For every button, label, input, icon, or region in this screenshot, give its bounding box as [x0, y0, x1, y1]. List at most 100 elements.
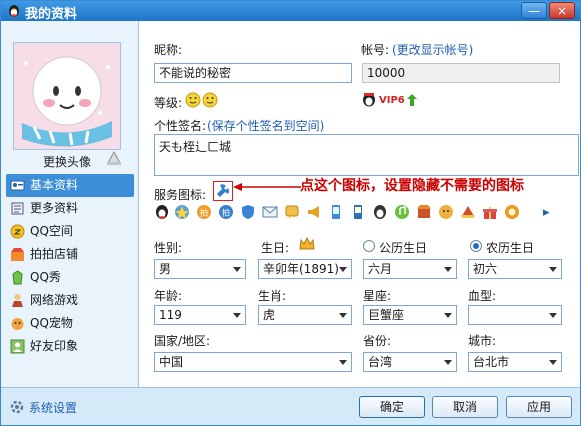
country-select[interactable]: 中国 [154, 352, 352, 372]
signature-label: 个性签名: [154, 119, 207, 133]
mail-service-icon[interactable] [262, 204, 278, 220]
sidebar-item-qq-show[interactable]: QQ秀 [6, 266, 134, 289]
change-account-link[interactable]: (更改显示帐号) [392, 41, 473, 58]
game-icon [12, 294, 23, 307]
zodiac-label: 生肖: [258, 289, 287, 303]
chevron-down-icon [549, 313, 557, 318]
blood-type-label: 血型: [468, 289, 497, 303]
ok-button[interactable]: 确定 [359, 396, 425, 418]
nickname-label: 昵称: [154, 43, 183, 57]
title-bar[interactable]: 我的资料 — × [1, 1, 580, 22]
shop-service-icon[interactable] [416, 204, 432, 220]
birth-year-select[interactable]: 辛卯年(1891) [258, 259, 352, 279]
country-label: 国家/地区: [154, 334, 211, 348]
ring-service-icon[interactable] [504, 204, 520, 220]
avatar-image [14, 43, 120, 149]
account-label: 帐号: [361, 43, 390, 57]
birth-month-select[interactable]: 六月 [363, 259, 457, 279]
sidebar-item-paipai[interactable]: 拍拍店铺 [6, 243, 134, 266]
avatar[interactable] [13, 42, 121, 150]
age-select[interactable]: 119 [154, 305, 246, 325]
message-service-icon[interactable] [284, 204, 300, 220]
chevron-down-icon [339, 360, 347, 365]
country-value: 中国 [159, 355, 184, 369]
sidebar: 更换头像 基本资料 更多资料 QQ空间 拍拍店铺 QQ秀 网络游戏 QQ宠物 好… [1, 21, 138, 387]
horn-service-icon[interactable] [306, 204, 322, 220]
shield-service-icon[interactable] [240, 204, 256, 220]
gender-select[interactable]: 男 [154, 259, 246, 279]
qzone-icon [10, 224, 25, 239]
solar-birthday-label: 公历生日 [379, 241, 428, 255]
lunar-birthday-radio[interactable] [470, 240, 482, 252]
star-service-icon[interactable] [174, 204, 190, 220]
crown-icon [299, 237, 315, 250]
save-signature-link[interactable]: (保存个性签名到空间) [207, 117, 324, 134]
qq-friend-service-icon[interactable] [372, 204, 388, 220]
sidebar-item-friend-impression[interactable]: 好友印象 [6, 335, 134, 358]
signature-field[interactable]: 天も桎辶ㄈ城 [154, 134, 579, 176]
paipai-service-icon[interactable]: 拍 [196, 204, 212, 220]
service-icon-settings-button[interactable] [213, 181, 233, 201]
province-select[interactable]: 台湾 [363, 352, 457, 372]
sidebar-item-qq-pet[interactable]: QQ宠物 [6, 312, 134, 335]
pet-service-icon[interactable] [438, 204, 454, 220]
sidebar-item-more-info[interactable]: 更多资料 [6, 197, 134, 220]
qq-penguin-service-icon[interactable] [154, 204, 170, 220]
age-value: 119 [159, 308, 182, 322]
window-title: 我的资料 [25, 7, 78, 22]
qq-penguin-icon [9, 5, 19, 17]
chevron-down-icon [339, 267, 347, 272]
chevron-down-icon [444, 360, 452, 365]
gear-icon[interactable] [9, 399, 25, 415]
cancel-button[interactable]: 取消 [432, 396, 498, 418]
blood-type-select[interactable] [468, 305, 562, 325]
minimize-button[interactable]: — [521, 2, 547, 19]
chevron-down-icon [233, 313, 241, 318]
constellation-value: 巨蟹座 [368, 308, 405, 322]
sidebar-item-label: 好友印象 [30, 339, 79, 353]
service-icons-label: 服务图标: [154, 188, 207, 202]
city-label: 城市: [468, 334, 497, 348]
zodiac-value: 虎 [263, 308, 276, 322]
birth-day-value: 初六 [473, 262, 498, 276]
lunar-birthday-label: 农历生日 [486, 241, 535, 255]
sidebar-item-qzone[interactable]: QQ空间 [6, 220, 134, 243]
sidebar-item-basic-info[interactable]: 基本资料 [6, 174, 134, 197]
city-select[interactable]: 台北市 [468, 352, 562, 372]
more-info-icon [11, 202, 24, 215]
avatar-hat-icon[interactable] [105, 149, 123, 167]
city-value: 台北市 [473, 355, 510, 369]
music-service-icon[interactable] [394, 204, 410, 220]
close-button[interactable]: × [549, 2, 575, 19]
change-avatar-link[interactable]: 更换头像 [43, 153, 91, 170]
sidebar-item-label: 拍拍店铺 [30, 247, 79, 261]
system-settings-link[interactable]: 系统设置 [29, 399, 77, 416]
sidebar-item-games[interactable]: 网络游戏 [6, 289, 134, 312]
birth-year-value: 辛卯年(1891) [263, 262, 339, 276]
id-card-icon [10, 180, 25, 191]
account-field: 10000 [362, 63, 560, 83]
province-label: 省份: [363, 334, 392, 348]
gender-label: 性别: [154, 241, 183, 255]
gift-service-icon[interactable] [482, 204, 498, 220]
paipai-blue-service-icon[interactable]: 拍 [218, 204, 234, 220]
zodiac-select[interactable]: 虎 [258, 305, 352, 325]
apply-button[interactable]: 应用 [506, 396, 572, 418]
solar-birthday-radio[interactable] [363, 240, 375, 252]
sidebar-item-label: 基本资料 [30, 178, 79, 192]
birth-day-select[interactable]: 初六 [468, 259, 562, 279]
wrench-icon [217, 184, 229, 197]
nickname-field[interactable]: 不能说的秘密 [154, 63, 352, 83]
level-sun-icons [185, 92, 218, 108]
constellation-select[interactable]: 巨蟹座 [363, 305, 457, 325]
service-icons-more-arrow[interactable]: ▸ [543, 205, 550, 220]
qq-pet-icon [11, 318, 24, 330]
sidebar-item-label: 网络游戏 [30, 293, 79, 307]
annotation-arrow [233, 183, 301, 191]
phone-service-icon[interactable] [328, 204, 344, 220]
svg-text:拍: 拍 [222, 208, 230, 218]
hat-service-icon[interactable] [460, 204, 476, 220]
mobile-service-icon[interactable] [350, 204, 366, 220]
chevron-down-icon [233, 267, 241, 272]
constellation-label: 星座: [363, 289, 392, 303]
